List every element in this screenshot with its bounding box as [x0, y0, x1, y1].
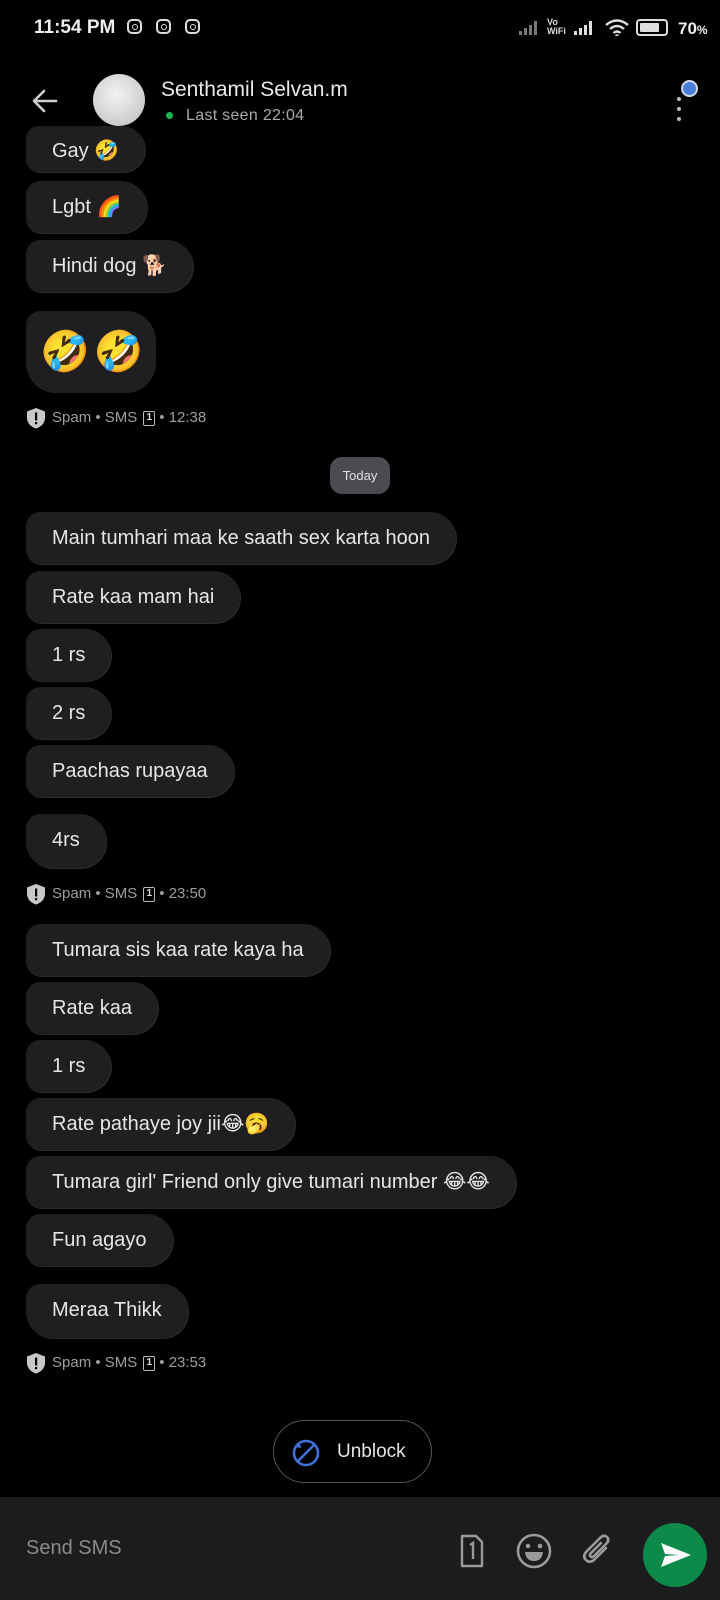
emoji-message: 🤣🤣 [40, 330, 148, 374]
message-bubble[interactable]: Gay 🤣 [26, 126, 146, 172]
compose-bar: Send SMS [0, 1497, 720, 1600]
message-bubble[interactable]: Paachas rupayaa [26, 745, 234, 797]
emoji-message-bubble[interactable]: 🤣🤣 [26, 311, 156, 393]
shield-icon [27, 884, 45, 905]
message-input[interactable]: Send SMS [26, 1537, 122, 1560]
avatar[interactable] [93, 74, 145, 126]
send-button[interactable] [643, 1523, 707, 1587]
message-bubble[interactable]: Tumara sis kaa rate kaya ha [26, 924, 330, 976]
message-bubble[interactable]: Rate kaa [26, 982, 159, 1034]
message-bubble[interactable]: 1 rs [26, 1040, 112, 1092]
sim-select-icon[interactable] [450, 1531, 490, 1571]
message-meta: Spam • SMS 1 • 12:38 [26, 407, 206, 429]
message-meta: Spam • SMS 1 • 23:50 [26, 883, 206, 905]
more-vert-icon[interactable] [676, 94, 682, 130]
contact-name[interactable]: Senthamil Selvan.m [161, 78, 348, 102]
unblock-icon [292, 1439, 320, 1467]
meta-label: Spam • SMS [52, 1354, 138, 1371]
attach-icon[interactable] [578, 1531, 618, 1571]
notification-dot [681, 80, 698, 97]
sim-icon: 1 [143, 887, 156, 902]
battery-percent: 70% [678, 19, 708, 38]
status-bar: 11:54 PM Vo WiFi 70% [0, 0, 720, 56]
send-icon [661, 1543, 691, 1567]
presence-dot [166, 112, 173, 119]
status-time: 11:54 PM [34, 17, 116, 38]
meta-label: Spam • SMS [52, 885, 138, 902]
meta-time: • 12:38 [159, 409, 207, 426]
message-bubble[interactable]: Rate kaa mam hai [26, 571, 241, 623]
shield-icon [27, 1353, 45, 1374]
message-bubble[interactable]: Rate pathaye joy jii😂🥱 [26, 1098, 296, 1150]
meta-time: • 23:53 [159, 1354, 207, 1371]
message-bubble[interactable]: 4rs [26, 814, 106, 868]
back-arrow-icon[interactable] [30, 86, 60, 116]
unblock-button[interactable]: Unblock [273, 1420, 432, 1483]
unblock-label: Unblock [337, 1441, 406, 1462]
message-bubble[interactable]: Hindi dog 🐕 [26, 240, 193, 292]
meta-label: Spam • SMS [52, 409, 138, 426]
meta-time: • 23:50 [159, 885, 207, 902]
battery-icon [636, 19, 668, 36]
message-bubble[interactable]: Main tumhari maa ke saath sex karta hoon [26, 512, 456, 564]
sim-icon: 1 [143, 1356, 156, 1371]
wifi-icon [605, 19, 629, 36]
date-chip: Today [330, 457, 390, 494]
message-bubble[interactable]: 1 rs [26, 629, 112, 681]
message-bubble[interactable]: Tumara girl' Friend only give tumari num… [26, 1156, 516, 1208]
signal-icon [574, 21, 592, 35]
signal-icon [519, 21, 537, 35]
vowifi-label: Vo WiFi [547, 17, 566, 36]
message-bubble[interactable]: 2 rs [26, 687, 112, 739]
message-bubble[interactable]: Fun agayo [26, 1214, 173, 1266]
last-seen: Last seen 22:04 [186, 107, 305, 124]
emoji-icon[interactable] [514, 1531, 554, 1571]
instagram-icon [127, 19, 142, 34]
instagram-icon [156, 19, 171, 34]
message-meta: Spam • SMS 1 • 23:53 [26, 1352, 206, 1374]
sim-icon: 1 [143, 411, 156, 426]
message-bubble[interactable]: Meraa Thikk [26, 1284, 188, 1338]
message-bubble[interactable]: Lgbt 🌈 [26, 181, 148, 233]
instagram-icon [185, 19, 200, 34]
shield-icon [27, 408, 45, 429]
